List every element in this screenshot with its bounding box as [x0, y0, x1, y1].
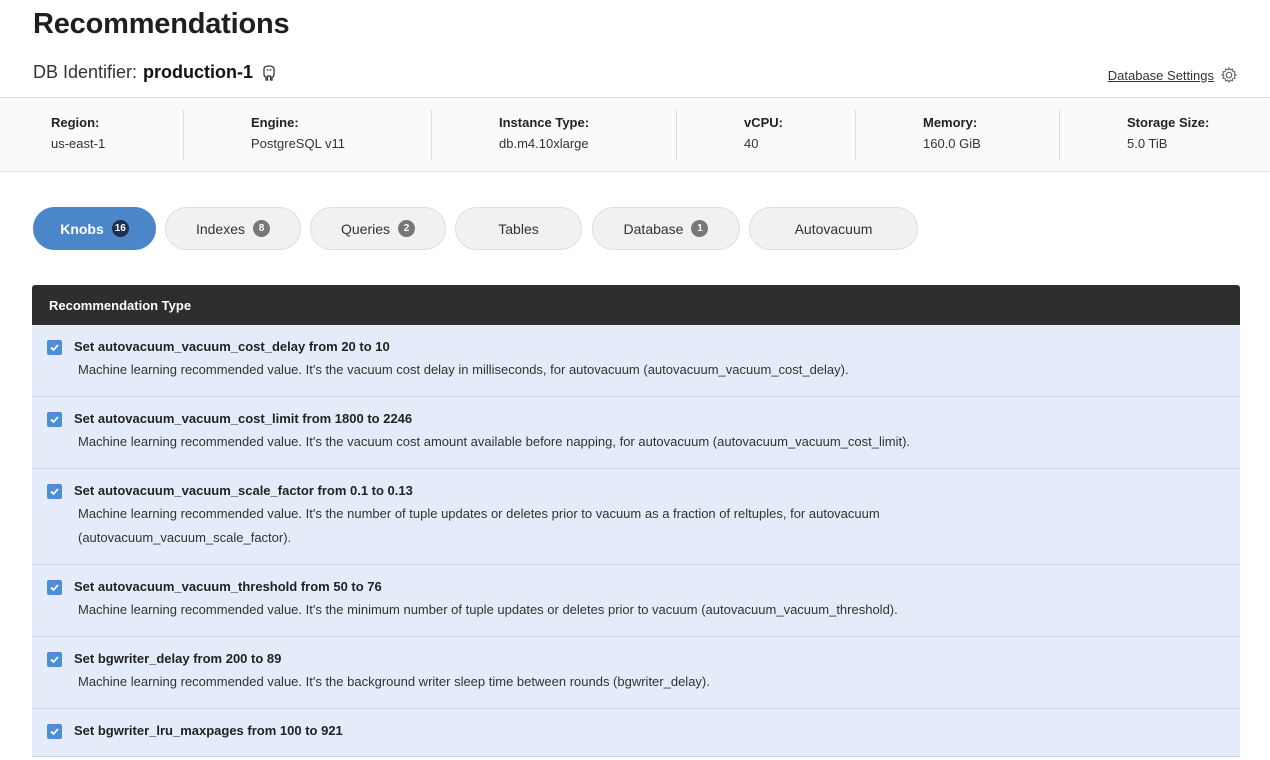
database-settings-label: Database Settings — [1107, 67, 1214, 83]
region-value: us-east-1 — [51, 136, 106, 151]
instance-info-bar: Region: us-east-1 Engine: PostgreSQL v11… — [0, 97, 1270, 172]
recommendation-description: Machine learning recommended value. It's… — [78, 506, 880, 545]
db-identifier: DB Identifier: production-1 — [33, 62, 277, 83]
postgres-elephant-icon — [263, 64, 275, 81]
tab-count-badge: 2 — [398, 220, 416, 237]
tab-autovacuum[interactable]: Autovacuum — [749, 207, 918, 250]
divider — [676, 110, 677, 160]
engine-value: PostgreSQL v11 — [251, 136, 345, 151]
instance-type-cell: Instance Type: db.m4.10xlarge — [499, 110, 589, 160]
row-checkbox[interactable] — [47, 412, 62, 427]
recommendation-row: Set autovacuum_vacuum_threshold from 50 … — [32, 565, 1240, 637]
instance-type-value: db.m4.10xlarge — [499, 136, 589, 151]
tab-database[interactable]: Database 1 — [592, 207, 740, 250]
recommendation-row: Set autovacuum_vacuum_scale_factor from … — [32, 469, 1240, 565]
recommendation-title: Set autovacuum_vacuum_cost_delay from 20… — [74, 339, 390, 354]
memory-value: 160.0 GiB — [923, 136, 981, 151]
tab-label: Indexes — [195, 220, 246, 237]
tab-label: Queries — [340, 220, 391, 237]
recommendation-description: Machine learning recommended value. It's… — [78, 434, 911, 449]
check-icon — [50, 344, 59, 352]
check-icon — [50, 728, 59, 736]
memory-cell: Memory: 160.0 GiB — [923, 110, 981, 160]
engine-label: Engine: — [251, 115, 299, 130]
recommendation-description: Machine learning recommended value. It's… — [78, 674, 710, 689]
tab-count-badge: 1 — [691, 220, 709, 237]
database-settings-link[interactable]: Database Settings — [1108, 66, 1238, 84]
page-title: Recommendations — [33, 8, 290, 40]
divider — [1059, 110, 1060, 160]
tab-tables[interactable]: Tables — [455, 207, 582, 250]
check-icon — [50, 416, 59, 424]
gear-icon — [1221, 67, 1237, 83]
row-checkbox[interactable] — [47, 724, 62, 739]
tab-knobs[interactable]: Knobs 16 — [33, 207, 156, 250]
recommendation-row: Set bgwriter_lru_maxpages from 100 to 92… — [32, 709, 1240, 757]
tab-label: Knobs — [60, 220, 104, 237]
tab-label: Database — [623, 220, 684, 237]
check-icon — [50, 488, 59, 496]
vcpu-value: 40 — [744, 136, 759, 151]
tab-label: Tables — [498, 220, 539, 237]
check-icon — [50, 656, 59, 664]
recommendation-title: Set autovacuum_vacuum_scale_factor from … — [74, 483, 413, 498]
instance-type-label: Instance Type: — [499, 115, 590, 130]
recommendation-title: Set autovacuum_vacuum_cost_limit from 18… — [74, 411, 413, 426]
recommendation-row: Set bgwriter_delay from 200 to 89 Machin… — [32, 637, 1240, 709]
recommendations-table: Recommendation Type Set autovacuum_vacuu… — [32, 285, 1240, 757]
db-identifier-label: DB Identifier: — [33, 62, 138, 82]
recommendation-row: Set autovacuum_vacuum_cost_limit from 18… — [32, 397, 1240, 469]
tab-count-badge: 16 — [111, 220, 129, 237]
recommendation-row: Set autovacuum_vacuum_cost_delay from 20… — [32, 325, 1240, 397]
check-icon — [50, 584, 59, 592]
recommendation-title: Set bgwriter_lru_maxpages from 100 to 92… — [74, 723, 343, 738]
divider — [183, 110, 184, 160]
recommendation-title: Set autovacuum_vacuum_threshold from 50 … — [74, 579, 382, 594]
row-checkbox[interactable] — [47, 484, 62, 499]
tab-count-badge: 8 — [253, 220, 271, 237]
row-checkbox[interactable] — [47, 340, 62, 355]
row-checkbox[interactable] — [47, 580, 62, 595]
storage-size-label: Storage Size: — [1127, 115, 1210, 130]
storage-size-value: 5.0 TiB — [1127, 136, 1168, 151]
row-checkbox[interactable] — [47, 652, 62, 667]
recommendation-title: Set bgwriter_delay from 200 to 89 — [74, 651, 282, 666]
db-identifier-value: production-1 — [143, 62, 254, 82]
table-header: Recommendation Type — [32, 285, 1240, 325]
tab-queries[interactable]: Queries 2 — [310, 207, 446, 250]
region-label: Region: — [51, 115, 100, 130]
engine-cell: Engine: PostgreSQL v11 — [251, 110, 345, 160]
region-cell: Region: us-east-1 — [51, 110, 105, 160]
divider — [431, 110, 432, 160]
vcpu-cell: vCPU: 40 — [744, 110, 783, 160]
recommendation-description: Machine learning recommended value. It's… — [78, 602, 898, 617]
recommendation-description: Machine learning recommended value. It's… — [78, 362, 849, 377]
vcpu-label: vCPU: — [744, 115, 784, 130]
divider — [855, 110, 856, 160]
tab-indexes[interactable]: Indexes 8 — [165, 207, 301, 250]
tab-label: Autovacuum — [794, 220, 873, 237]
memory-label: Memory: — [923, 115, 978, 130]
storage-size-cell: Storage Size: 5.0 TiB — [1127, 110, 1209, 160]
